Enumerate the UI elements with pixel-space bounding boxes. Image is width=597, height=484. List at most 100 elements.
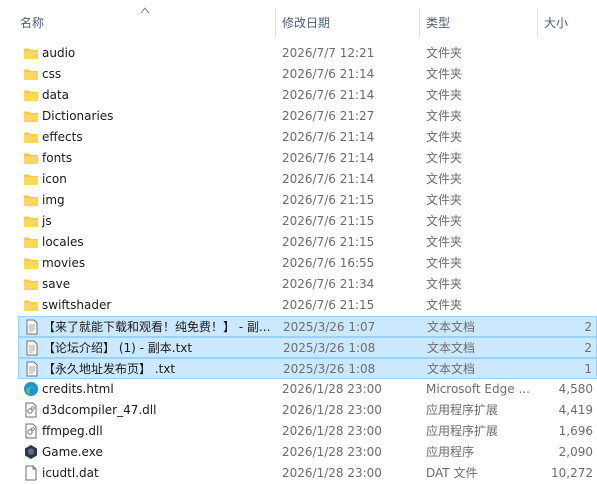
file-date-modified: 2026/1/28 23:00	[282, 445, 382, 459]
file-name: icon	[42, 172, 67, 186]
folder-icon	[23, 108, 39, 124]
file-name: movies	[42, 256, 86, 270]
file-size: 2	[584, 341, 592, 355]
file-date-modified: 2026/7/6 21:14	[282, 172, 375, 186]
folder-icon	[23, 66, 39, 82]
folder-icon	[23, 234, 39, 250]
file-date-modified: 2026/1/28 23:00	[282, 424, 382, 438]
file-row[interactable]: icudtl.dat 2026/1/28 23:00 DAT 文件 10,272	[18, 463, 597, 484]
file-row[interactable]: d3dcompiler_47.dll 2026/1/28 23:00 应用程序扩展 4…	[18, 400, 597, 421]
dll-file-icon	[23, 423, 39, 439]
file-name: effects	[42, 130, 83, 144]
file-type: 文本文档	[427, 362, 476, 376]
file-date-modified: 2026/7/6 21:14	[282, 67, 375, 81]
file-date-modified: 2026/7/6 21:34	[282, 277, 375, 291]
column-header-bar: 名称 修改日期 类型 大小	[0, 0, 597, 38]
file-row[interactable]: 【论坛介绍】 (1) - 副本.txt 2025/3/26 1:08 文本文档 2	[18, 337, 597, 358]
folder-icon	[23, 87, 39, 103]
file-name: d3dcompiler_47.dll	[42, 403, 157, 417]
file-size: 1	[584, 362, 592, 376]
file-name: 【永久地址发布页】 .txt	[43, 362, 176, 376]
file-name: credits.html	[42, 382, 114, 396]
file-type: 文件夹	[426, 256, 463, 270]
folder-icon	[23, 150, 39, 166]
game-exe-icon	[23, 444, 39, 460]
file-size: 1,696	[558, 424, 593, 438]
file-date-modified: 2026/7/6 21:27	[282, 109, 375, 123]
file-row[interactable]: Game.exe 2026/1/28 23:00 应用程序 2,090	[18, 442, 597, 463]
folder-icon	[23, 276, 39, 292]
file-row[interactable]: img 2026/7/6 21:15 文件夹	[18, 190, 597, 211]
file-type: 文本文档	[427, 320, 476, 334]
file-date-modified: 2026/7/6 21:14	[282, 130, 375, 144]
file-size: 4,580	[558, 382, 593, 396]
edge-html-icon	[23, 381, 39, 397]
file-size: 2	[584, 320, 592, 334]
file-row[interactable]: movies 2026/7/6 16:55 文件夹	[18, 253, 597, 274]
file-size: 10,272	[551, 466, 593, 480]
folder-icon	[23, 297, 39, 313]
file-row[interactable]: js 2026/7/6 21:15 文件夹	[18, 211, 597, 232]
file-row[interactable]: data 2026/7/6 21:14 文件夹	[18, 85, 597, 106]
column-header-name[interactable]: 名称	[0, 0, 276, 38]
file-date-modified: 2026/7/7 12:21	[282, 46, 375, 60]
file-date-modified: 2026/7/6 21:14	[282, 151, 375, 165]
file-name: fonts	[42, 151, 73, 165]
file-type: 文件夹	[426, 298, 463, 312]
file-type: 文件夹	[426, 193, 463, 207]
text-document-icon	[24, 340, 40, 356]
file-date-modified: 2026/7/6 16:55	[282, 256, 375, 270]
file-name: icudtl.dat	[42, 466, 99, 480]
file-name: Game.exe	[42, 445, 103, 459]
file-row[interactable]: save 2026/7/6 21:34 文件夹	[18, 274, 597, 295]
file-row[interactable]: fonts 2026/7/6 21:14 文件夹	[18, 148, 597, 169]
folder-icon	[23, 213, 39, 229]
file-date-modified: 2025/3/26 1:07	[283, 320, 376, 334]
file-name: data	[42, 88, 70, 102]
file-date-modified: 2026/7/6 21:15	[282, 193, 375, 207]
file-row[interactable]: ffmpeg.dll 2026/1/28 23:00 应用程序扩展 1,696	[18, 421, 597, 442]
file-name: swiftshader	[42, 298, 112, 312]
file-type: 文件夹	[426, 130, 463, 144]
file-name: locales	[42, 235, 84, 249]
file-size: 4,419	[558, 403, 593, 417]
file-row[interactable]: locales 2026/7/6 21:15 文件夹	[18, 232, 597, 253]
file-date-modified: 2025/3/26 1:08	[283, 362, 376, 376]
file-type: 文件夹	[426, 151, 463, 165]
file-type: 文件夹	[426, 277, 463, 291]
folder-icon	[23, 45, 39, 61]
file-row[interactable]: css 2026/7/6 21:14 文件夹	[18, 64, 597, 85]
text-document-icon	[24, 361, 40, 377]
file-row[interactable]: 【来了就能下载和观看！纯免费！】 - 副... 2025/3/26 1:07 文本文…	[18, 316, 597, 337]
file-name: audio	[42, 46, 76, 60]
file-date-modified: 2026/1/28 23:00	[282, 466, 382, 480]
file-date-modified: 2026/7/6 21:15	[282, 298, 375, 312]
column-header-type[interactable]: 类型	[420, 0, 538, 38]
folder-icon	[23, 129, 39, 145]
file-name: js	[42, 214, 52, 228]
file-type: 文件夹	[426, 67, 463, 81]
file-row[interactable]: audio 2026/7/7 12:21 文件夹	[18, 43, 597, 64]
file-name: 【来了就能下载和观看！纯免费！】 - 副...	[43, 320, 271, 334]
file-type: 文件夹	[426, 235, 463, 249]
file-date-modified: 2026/7/6 21:14	[282, 88, 375, 102]
file-row[interactable]: 【永久地址发布页】 .txt 2025/3/26 1:08 文本文档 1	[18, 358, 597, 379]
file-type: 文件夹	[426, 46, 463, 60]
text-document-icon	[24, 319, 40, 335]
file-row[interactable]: swiftshader 2026/7/6 21:15 文件夹	[18, 295, 597, 316]
file-row[interactable]: effects 2026/7/6 21:14 文件夹	[18, 127, 597, 148]
folder-icon	[23, 192, 39, 208]
column-header-size[interactable]: 大小	[538, 0, 597, 38]
file-row[interactable]: credits.html 2026/1/28 23:00 Microsoft Edg…	[18, 379, 597, 400]
file-row[interactable]: Dictionaries 2026/7/6 21:27 文件夹	[18, 106, 597, 127]
file-type: DAT 文件	[426, 466, 478, 480]
folder-icon	[23, 171, 39, 187]
file-type: 应用程序	[426, 445, 475, 459]
file-date-modified: 2026/7/6 21:15	[282, 214, 375, 228]
file-type: 文本文档	[427, 341, 476, 355]
file-date-modified: 2026/7/6 21:15	[282, 235, 375, 249]
file-row[interactable]: icon 2026/7/6 21:14 文件夹	[18, 169, 597, 190]
dll-file-icon	[23, 402, 39, 418]
file-size: 2,090	[558, 445, 593, 459]
column-header-date-modified[interactable]: 修改日期	[276, 0, 420, 38]
